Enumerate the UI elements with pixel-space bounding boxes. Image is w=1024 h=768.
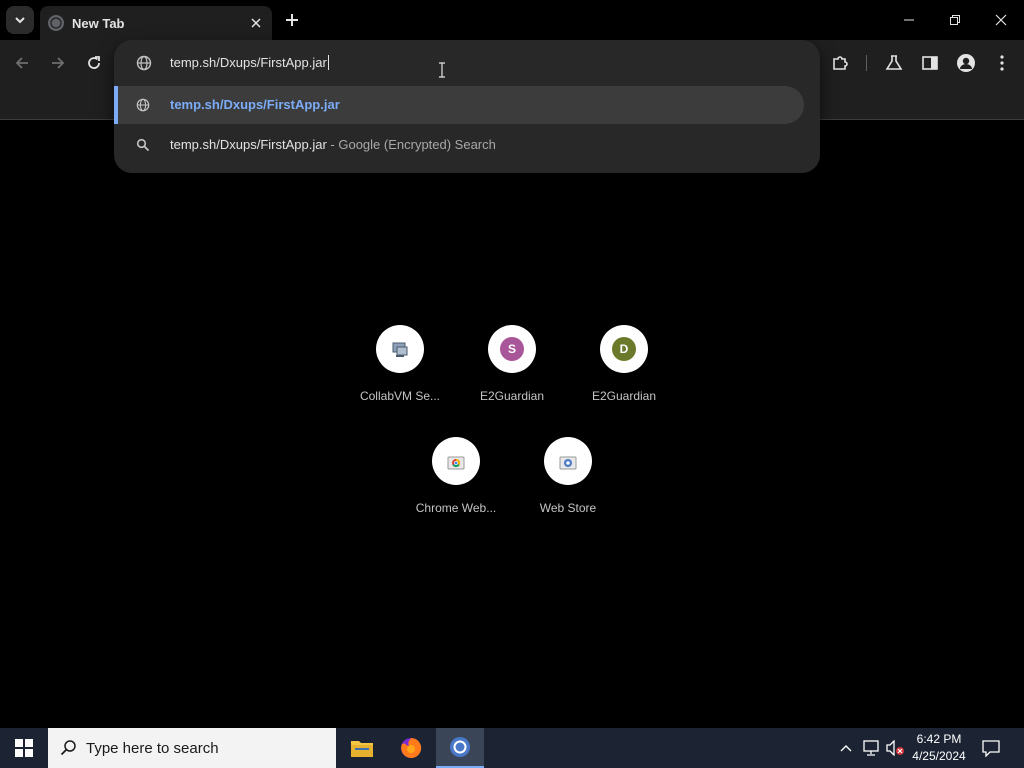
avatar-icon: [957, 54, 975, 72]
shortcut-icon-container: D: [600, 325, 648, 373]
shortcut-web-store[interactable]: Web Store: [512, 437, 624, 549]
reload-icon: [88, 56, 100, 69]
shortcut-label: Web Store: [539, 501, 597, 515]
shortcut-label: E2Guardian: [591, 389, 657, 403]
taskbar-file-explorer[interactable]: [338, 728, 386, 768]
globe-icon: [136, 98, 150, 117]
suggestion-text: temp.sh/Dxups/FirstApp.jar - Google (Enc…: [170, 137, 496, 152]
restore-button[interactable]: [932, 0, 978, 40]
globe-icon: [48, 15, 64, 31]
firefox-icon: [401, 737, 422, 758]
shortcut-e2guardian-d[interactable]: D E2Guardian: [568, 325, 680, 437]
globe-icon: [136, 55, 152, 76]
tab-title: New Tab: [72, 15, 125, 31]
omnibox-dropdown: temp.sh/Dxups/FirstApp.jar temp.sh/Dxups…: [114, 40, 820, 173]
shortcut-e2guardian-s[interactable]: S E2Guardian: [456, 325, 568, 437]
chevron-down-icon: [15, 17, 25, 24]
omnibox-text[interactable]: temp.sh/Dxups/FirstApp.jar: [170, 55, 329, 70]
close-window-button[interactable]: [978, 0, 1024, 40]
more-vert-icon: [1000, 55, 1004, 71]
chrome-webstore-icon: [447, 456, 465, 470]
folder-icon: [351, 741, 373, 757]
shortcut-icon-container: [376, 325, 424, 373]
side-panel-icon: [922, 56, 938, 70]
forward-arrow-icon: [52, 57, 65, 69]
shortcut-chrome-web-store[interactable]: Chrome Web...: [400, 437, 512, 549]
minimize-button[interactable]: [886, 0, 932, 40]
puzzle-icon: [833, 56, 848, 70]
tab-search-button[interactable]: [6, 6, 34, 34]
notification-icon: [982, 740, 1000, 757]
letter-avatar-icon: D: [612, 337, 636, 361]
taskbar: Type here to search 6:42 PM 4/25/2024: [0, 728, 1024, 768]
close-tab-icon[interactable]: [248, 15, 264, 31]
minimize-icon: [904, 19, 914, 21]
text-cursor-icon: [438, 62, 446, 83]
omnibox-value: temp.sh/Dxups/FirstApp.jar: [170, 55, 327, 70]
shortcut-icon-container: S: [488, 325, 536, 373]
tab-new-tab[interactable]: New Tab: [40, 6, 272, 40]
side-panel-button[interactable]: [917, 50, 943, 76]
letter-avatar-icon: S: [500, 337, 524, 361]
shortcut-icon-container: [432, 437, 480, 485]
tray-overflow-button[interactable]: [836, 740, 856, 756]
clock-time: 6:42 PM: [916, 732, 962, 746]
clock[interactable]: 6:42 PM 4/25/2024: [900, 731, 978, 765]
shortcut-collabvm[interactable]: CollabVM Se...: [344, 325, 456, 437]
toolbar-divider: [866, 55, 867, 71]
collabvm-icon: [392, 342, 408, 357]
profile-button[interactable]: [953, 50, 979, 76]
labs-button[interactable]: [881, 50, 907, 76]
tab-strip: New Tab: [0, 0, 1024, 40]
taskbar-chrome[interactable]: [436, 728, 484, 768]
suggestion-engine: - Google (Encrypted) Search: [330, 137, 496, 152]
close-icon: [995, 14, 1007, 26]
back-button[interactable]: [9, 50, 35, 76]
omnibox-input[interactable]: temp.sh/Dxups/FirstApp.jar: [114, 48, 820, 78]
suggestion-item-url[interactable]: temp.sh/Dxups/FirstApp.jar: [114, 86, 804, 124]
shortcut-label: E2Guardian: [479, 389, 545, 403]
suggestion-item-search[interactable]: temp.sh/Dxups/FirstApp.jar - Google (Enc…: [114, 126, 820, 164]
taskbar-search-box[interactable]: Type here to search: [48, 728, 336, 768]
suggestion-query: temp.sh/Dxups/FirstApp.jar: [170, 137, 327, 152]
selection-indicator: [114, 86, 118, 124]
forward-button[interactable]: [45, 50, 71, 76]
extensions-button[interactable]: [827, 50, 853, 76]
back-arrow-icon: [15, 57, 28, 69]
suggestion-text: temp.sh/Dxups/FirstApp.jar: [170, 97, 340, 112]
clock-date: 4/25/2024: [912, 749, 966, 763]
search-icon: [60, 739, 78, 757]
start-button[interactable]: [0, 728, 48, 768]
reload-button[interactable]: [81, 50, 107, 76]
chevron-up-icon: [840, 745, 852, 752]
new-tab-button[interactable]: [280, 8, 304, 32]
webstore-icon: [559, 456, 577, 470]
shortcut-label: Chrome Web...: [415, 501, 497, 515]
chrome-icon: [450, 737, 470, 757]
search-icon: [136, 138, 150, 157]
windows-icon: [15, 739, 33, 757]
flask-icon: [885, 55, 903, 70]
text-caret: [327, 55, 329, 70]
menu-button[interactable]: [989, 50, 1015, 76]
shortcut-label: CollabVM Se...: [359, 389, 441, 403]
network-button[interactable]: [860, 739, 882, 757]
plus-icon: [286, 14, 298, 26]
shortcut-icon-container: [544, 437, 592, 485]
notifications-button[interactable]: [980, 737, 1002, 759]
network-icon: [863, 740, 879, 756]
restore-icon: [950, 15, 960, 25]
search-placeholder: Type here to search: [86, 739, 219, 757]
taskbar-firefox[interactable]: [387, 728, 435, 768]
